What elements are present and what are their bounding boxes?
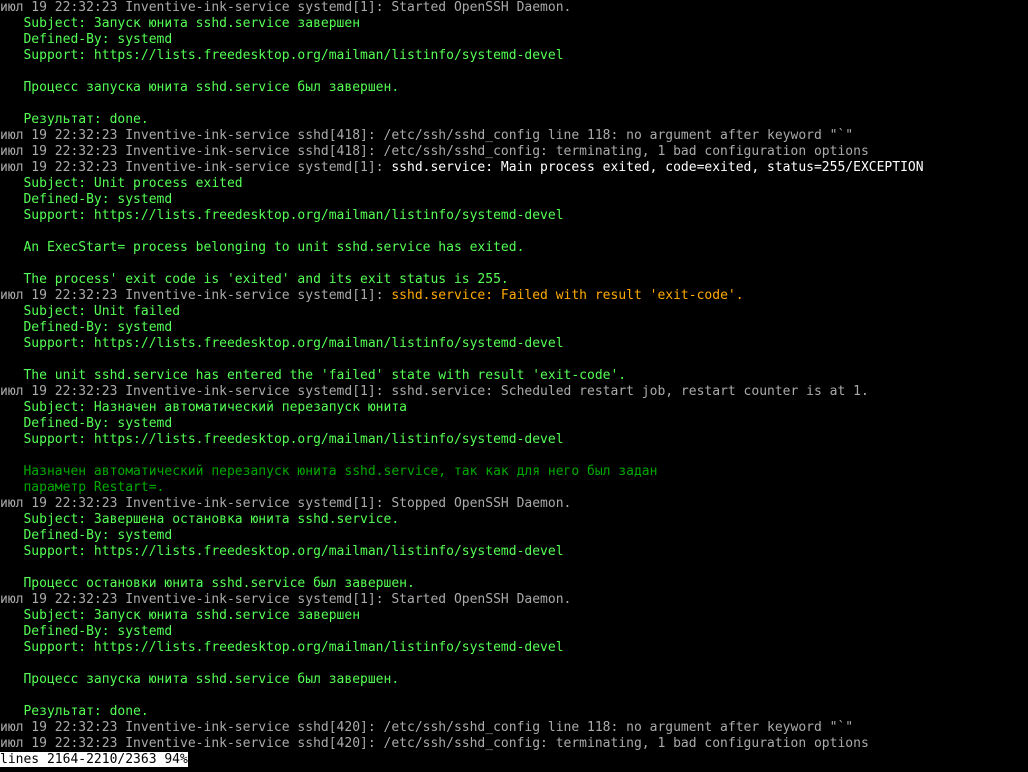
log-detail: Subject: Unit process exited [0, 176, 243, 191]
log-blank [0, 224, 23, 239]
log-detail: Subject: Запуск юнита sshd.service завер… [0, 16, 360, 31]
log-line: июл 19 22:32:23 Inventive-ink-service sy… [0, 592, 571, 607]
log-detail: The process' exit code is 'exited' and i… [0, 272, 509, 287]
log-detail: Support: https://lists.freedesktop.org/m… [0, 48, 564, 63]
log-line: июл 19 22:32:23 Inventive-ink-service sy… [0, 288, 744, 303]
log-detail: Subject: Unit failed [0, 304, 180, 319]
pager-status-line: lines 2164-2210/2363 94% [0, 752, 188, 767]
log-blank [0, 352, 23, 367]
log-detail: Defined-By: systemd [0, 320, 172, 335]
log-blank [0, 256, 23, 271]
log-blank [0, 560, 23, 575]
log-line: июл 19 22:32:23 Inventive-ink-service ss… [0, 128, 853, 143]
log-detail: Defined-By: systemd [0, 416, 172, 431]
log-detail: Назначен автоматический перезапуск юнита… [0, 464, 657, 479]
log-detail: Defined-By: systemd [0, 528, 172, 543]
log-detail: Процесс запуска юнита sshd.service был з… [0, 672, 399, 687]
log-detail: Результат: done. [0, 704, 149, 719]
log-blank [0, 96, 23, 111]
log-detail: Процесс остановки юнита sshd.service был… [0, 576, 415, 591]
log-detail: Процесс запуска юнита sshd.service был з… [0, 80, 399, 95]
log-detail: параметр Restart=. [0, 480, 164, 495]
log-line: июл 19 22:32:23 Inventive-ink-service ss… [0, 736, 869, 751]
log-detail: Результат: done. [0, 112, 149, 127]
log-line: июл 19 22:32:23 Inventive-ink-service ss… [0, 720, 853, 735]
log-blank [0, 688, 23, 703]
log-detail: Subject: Завершена остановка юнита sshd.… [0, 512, 399, 527]
log-line: июл 19 22:32:23 Inventive-ink-service ss… [0, 144, 869, 159]
log-detail: Defined-By: systemd [0, 32, 172, 47]
log-detail: The unit sshd.service has entered the 'f… [0, 368, 626, 383]
log-detail: Support: https://lists.freedesktop.org/m… [0, 640, 564, 655]
log-detail: Defined-By: systemd [0, 624, 172, 639]
log-blank [0, 64, 23, 79]
log-detail: Subject: Назначен автоматический перезап… [0, 400, 407, 415]
terminal-output[interactable]: июл 19 22:32:23 Inventive-ink-service sy… [0, 0, 1028, 768]
log-line: июл 19 22:32:23 Inventive-ink-service sy… [0, 496, 571, 511]
log-line: июл 19 22:32:23 Inventive-ink-service sy… [0, 160, 924, 175]
log-detail: Support: https://lists.freedesktop.org/m… [0, 208, 564, 223]
log-line: июл 19 22:32:23 Inventive-ink-service sy… [0, 384, 869, 399]
log-detail: Defined-By: systemd [0, 192, 172, 207]
log-blank [0, 656, 23, 671]
log-detail: An ExecStart= process belonging to unit … [0, 240, 524, 255]
log-detail: Subject: Запуск юнита sshd.service завер… [0, 608, 360, 623]
log-detail: Support: https://lists.freedesktop.org/m… [0, 336, 564, 351]
log-blank [0, 448, 23, 463]
log-line: июл 19 22:32:23 Inventive-ink-service sy… [0, 0, 571, 15]
log-detail: Support: https://lists.freedesktop.org/m… [0, 432, 564, 447]
log-detail: Support: https://lists.freedesktop.org/m… [0, 544, 564, 559]
